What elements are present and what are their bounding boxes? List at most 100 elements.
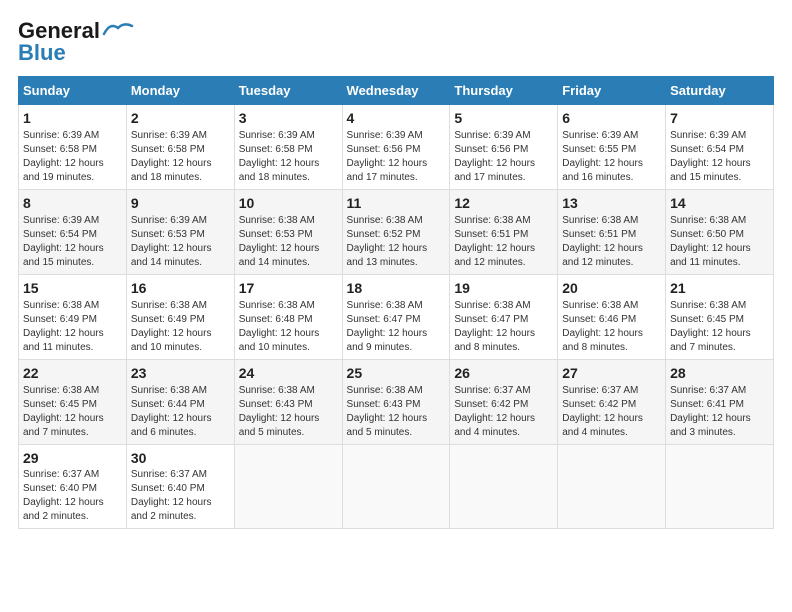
calendar-cell: 22Sunrise: 6:38 AMSunset: 6:45 PMDayligh…: [19, 359, 127, 444]
day-number: 20: [562, 279, 661, 298]
calendar-cell: [558, 444, 666, 529]
calendar-table: SundayMondayTuesdayWednesdayThursdayFrid…: [18, 76, 774, 529]
day-header-monday: Monday: [126, 77, 234, 105]
day-number: 11: [347, 194, 446, 213]
cell-info: Sunrise: 6:39 AMSunset: 6:58 PMDaylight:…: [131, 129, 230, 185]
cell-info: Sunrise: 6:38 AMSunset: 6:47 PMDaylight:…: [347, 299, 446, 355]
day-number: 30: [131, 449, 230, 468]
calendar-cell: 28Sunrise: 6:37 AMSunset: 6:41 PMDayligh…: [666, 359, 774, 444]
cell-info: Sunrise: 6:39 AMSunset: 6:58 PMDaylight:…: [23, 129, 122, 185]
day-number: 6: [562, 109, 661, 128]
cell-info: Sunrise: 6:38 AMSunset: 6:51 PMDaylight:…: [562, 214, 661, 270]
calendar-cell: 19Sunrise: 6:38 AMSunset: 6:47 PMDayligh…: [450, 274, 558, 359]
day-number: 24: [239, 364, 338, 383]
cell-info: Sunrise: 6:38 AMSunset: 6:46 PMDaylight:…: [562, 299, 661, 355]
cell-info: Sunrise: 6:39 AMSunset: 6:53 PMDaylight:…: [131, 214, 230, 270]
day-header-sunday: Sunday: [19, 77, 127, 105]
calendar-cell: 18Sunrise: 6:38 AMSunset: 6:47 PMDayligh…: [342, 274, 450, 359]
day-header-saturday: Saturday: [666, 77, 774, 105]
calendar-cell: 3Sunrise: 6:39 AMSunset: 6:58 PMDaylight…: [234, 105, 342, 190]
logo-bird-icon: [102, 20, 134, 38]
calendar-cell: 10Sunrise: 6:38 AMSunset: 6:53 PMDayligh…: [234, 189, 342, 274]
calendar-cell: 5Sunrise: 6:39 AMSunset: 6:56 PMDaylight…: [450, 105, 558, 190]
day-number: 15: [23, 279, 122, 298]
calendar-cell: 30Sunrise: 6:37 AMSunset: 6:40 PMDayligh…: [126, 444, 234, 529]
cell-info: Sunrise: 6:37 AMSunset: 6:41 PMDaylight:…: [670, 384, 769, 440]
page: General Blue SundayMondayTuesdayWednesda…: [0, 0, 792, 539]
week-row-3: 15Sunrise: 6:38 AMSunset: 6:49 PMDayligh…: [19, 274, 774, 359]
calendar-cell: 2Sunrise: 6:39 AMSunset: 6:58 PMDaylight…: [126, 105, 234, 190]
calendar-cell: 17Sunrise: 6:38 AMSunset: 6:48 PMDayligh…: [234, 274, 342, 359]
day-number: 12: [454, 194, 553, 213]
cell-info: Sunrise: 6:38 AMSunset: 6:44 PMDaylight:…: [131, 384, 230, 440]
calendar-cell: [342, 444, 450, 529]
day-number: 22: [23, 364, 122, 383]
cell-info: Sunrise: 6:39 AMSunset: 6:54 PMDaylight:…: [23, 214, 122, 270]
calendar-cell: 23Sunrise: 6:38 AMSunset: 6:44 PMDayligh…: [126, 359, 234, 444]
cell-info: Sunrise: 6:39 AMSunset: 6:58 PMDaylight:…: [239, 129, 338, 185]
day-number: 21: [670, 279, 769, 298]
week-row-4: 22Sunrise: 6:38 AMSunset: 6:45 PMDayligh…: [19, 359, 774, 444]
cell-info: Sunrise: 6:38 AMSunset: 6:53 PMDaylight:…: [239, 214, 338, 270]
calendar-cell: 26Sunrise: 6:37 AMSunset: 6:42 PMDayligh…: [450, 359, 558, 444]
cell-info: Sunrise: 6:37 AMSunset: 6:42 PMDaylight:…: [562, 384, 661, 440]
cell-info: Sunrise: 6:38 AMSunset: 6:52 PMDaylight:…: [347, 214, 446, 270]
day-number: 1: [23, 109, 122, 128]
cell-info: Sunrise: 6:38 AMSunset: 6:47 PMDaylight:…: [454, 299, 553, 355]
cell-info: Sunrise: 6:38 AMSunset: 6:51 PMDaylight:…: [454, 214, 553, 270]
cell-info: Sunrise: 6:38 AMSunset: 6:45 PMDaylight:…: [670, 299, 769, 355]
cell-info: Sunrise: 6:38 AMSunset: 6:48 PMDaylight:…: [239, 299, 338, 355]
logo-blue: Blue: [18, 40, 66, 66]
day-number: 14: [670, 194, 769, 213]
day-number: 7: [670, 109, 769, 128]
calendar-cell: 20Sunrise: 6:38 AMSunset: 6:46 PMDayligh…: [558, 274, 666, 359]
calendar-cell: 12Sunrise: 6:38 AMSunset: 6:51 PMDayligh…: [450, 189, 558, 274]
cell-info: Sunrise: 6:39 AMSunset: 6:55 PMDaylight:…: [562, 129, 661, 185]
cell-info: Sunrise: 6:38 AMSunset: 6:50 PMDaylight:…: [670, 214, 769, 270]
cell-info: Sunrise: 6:39 AMSunset: 6:56 PMDaylight:…: [454, 129, 553, 185]
calendar-cell: 16Sunrise: 6:38 AMSunset: 6:49 PMDayligh…: [126, 274, 234, 359]
calendar-cell: 7Sunrise: 6:39 AMSunset: 6:54 PMDaylight…: [666, 105, 774, 190]
calendar-cell: 29Sunrise: 6:37 AMSunset: 6:40 PMDayligh…: [19, 444, 127, 529]
day-number: 16: [131, 279, 230, 298]
cell-info: Sunrise: 6:37 AMSunset: 6:40 PMDaylight:…: [23, 468, 122, 524]
day-number: 29: [23, 449, 122, 468]
day-number: 8: [23, 194, 122, 213]
cell-info: Sunrise: 6:38 AMSunset: 6:43 PMDaylight:…: [347, 384, 446, 440]
day-number: 3: [239, 109, 338, 128]
calendar-header-row: SundayMondayTuesdayWednesdayThursdayFrid…: [19, 77, 774, 105]
day-header-friday: Friday: [558, 77, 666, 105]
calendar-cell: [666, 444, 774, 529]
day-number: 4: [347, 109, 446, 128]
cell-info: Sunrise: 6:38 AMSunset: 6:49 PMDaylight:…: [23, 299, 122, 355]
week-row-1: 1Sunrise: 6:39 AMSunset: 6:58 PMDaylight…: [19, 105, 774, 190]
day-number: 28: [670, 364, 769, 383]
cell-info: Sunrise: 6:37 AMSunset: 6:42 PMDaylight:…: [454, 384, 553, 440]
day-number: 2: [131, 109, 230, 128]
calendar-cell: 9Sunrise: 6:39 AMSunset: 6:53 PMDaylight…: [126, 189, 234, 274]
calendar-cell: 25Sunrise: 6:38 AMSunset: 6:43 PMDayligh…: [342, 359, 450, 444]
logo: General Blue: [18, 18, 134, 66]
header: General Blue: [18, 18, 774, 66]
day-number: 9: [131, 194, 230, 213]
week-row-2: 8Sunrise: 6:39 AMSunset: 6:54 PMDaylight…: [19, 189, 774, 274]
day-header-wednesday: Wednesday: [342, 77, 450, 105]
day-number: 18: [347, 279, 446, 298]
calendar-cell: 27Sunrise: 6:37 AMSunset: 6:42 PMDayligh…: [558, 359, 666, 444]
cell-info: Sunrise: 6:39 AMSunset: 6:54 PMDaylight:…: [670, 129, 769, 185]
calendar-cell: 15Sunrise: 6:38 AMSunset: 6:49 PMDayligh…: [19, 274, 127, 359]
day-number: 23: [131, 364, 230, 383]
calendar-cell: [450, 444, 558, 529]
calendar-cell: 11Sunrise: 6:38 AMSunset: 6:52 PMDayligh…: [342, 189, 450, 274]
cell-info: Sunrise: 6:38 AMSunset: 6:45 PMDaylight:…: [23, 384, 122, 440]
cell-info: Sunrise: 6:38 AMSunset: 6:49 PMDaylight:…: [131, 299, 230, 355]
cell-info: Sunrise: 6:37 AMSunset: 6:40 PMDaylight:…: [131, 468, 230, 524]
day-number: 26: [454, 364, 553, 383]
calendar-cell: 4Sunrise: 6:39 AMSunset: 6:56 PMDaylight…: [342, 105, 450, 190]
calendar-cell: 21Sunrise: 6:38 AMSunset: 6:45 PMDayligh…: [666, 274, 774, 359]
cell-info: Sunrise: 6:38 AMSunset: 6:43 PMDaylight:…: [239, 384, 338, 440]
calendar-cell: 8Sunrise: 6:39 AMSunset: 6:54 PMDaylight…: [19, 189, 127, 274]
cell-info: Sunrise: 6:39 AMSunset: 6:56 PMDaylight:…: [347, 129, 446, 185]
day-number: 27: [562, 364, 661, 383]
calendar-cell: 1Sunrise: 6:39 AMSunset: 6:58 PMDaylight…: [19, 105, 127, 190]
